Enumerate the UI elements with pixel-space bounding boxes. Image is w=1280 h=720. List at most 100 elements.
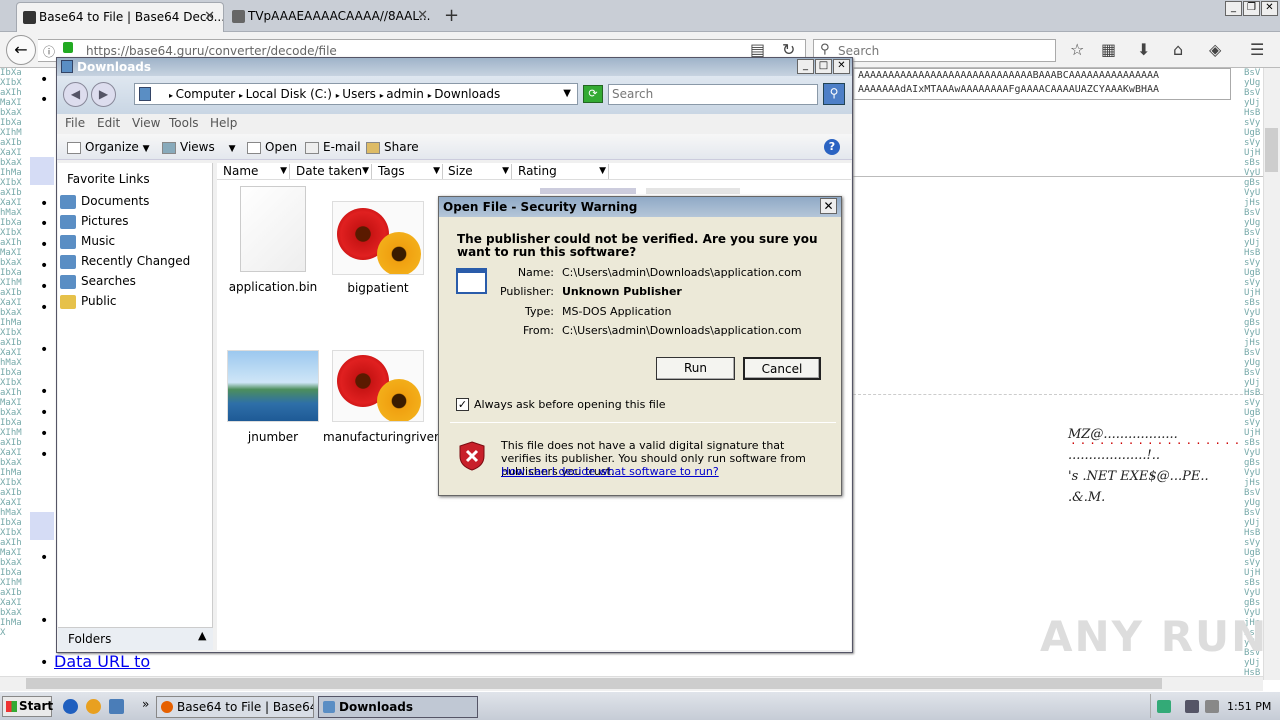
task-downloads[interactable]: Downloads: [318, 696, 478, 718]
info-icon[interactable]: ⓘ: [43, 43, 55, 60]
media-icon[interactable]: [86, 699, 101, 714]
refresh-icon[interactable]: ⟳: [583, 85, 603, 103]
anyrun-watermark: ANY RUN: [1040, 612, 1269, 661]
menu-edit[interactable]: Edit: [97, 116, 120, 130]
close-icon[interactable]: ✕: [833, 59, 850, 74]
shield-warning-icon: [459, 441, 485, 471]
email-button[interactable]: E-mail: [305, 140, 361, 154]
minimize-icon[interactable]: _: [797, 59, 814, 74]
task-firefox[interactable]: Base64 to File | Base64 ...: [156, 696, 314, 718]
security-tray-icon[interactable]: [1157, 700, 1171, 713]
dialog-close-icon[interactable]: ✕: [820, 198, 837, 214]
column-rating[interactable]: Rating ▼: [513, 164, 609, 179]
breadcrumb-item[interactable]: Downloads: [434, 87, 500, 101]
maximize-icon[interactable]: □: [815, 59, 832, 74]
minimize-icon[interactable]: _: [1225, 1, 1242, 16]
volume-tray-icon[interactable]: [1205, 700, 1219, 713]
views-button[interactable]: Views ▼: [162, 140, 235, 154]
network-tray-icon[interactable]: [1185, 700, 1199, 713]
restore-icon[interactable]: ❐: [1243, 1, 1260, 16]
breadcrumb-item[interactable]: Local Disk (C:): [246, 87, 332, 101]
help-icon[interactable]: ?: [824, 139, 840, 155]
folder-icon: [61, 60, 73, 73]
folders-toggle[interactable]: Folders: [58, 627, 213, 650]
back-icon[interactable]: ←: [6, 35, 36, 65]
nav-label: Recently Changed: [81, 254, 191, 268]
reading-list-icon[interactable]: ▦: [1101, 40, 1116, 59]
help-decide-link[interactable]: How can I decide what software to run?: [501, 465, 719, 478]
dialog-title: Open File - Security Warning: [443, 200, 638, 214]
home-icon[interactable]: ⌂: [1173, 40, 1183, 59]
run-button[interactable]: Run: [656, 357, 735, 380]
nav-public[interactable]: Public: [60, 294, 117, 309]
menu-icon[interactable]: ☰: [1250, 40, 1264, 59]
nav-searches[interactable]: Searches: [60, 274, 136, 289]
menu-tools[interactable]: Tools: [169, 116, 199, 130]
bookmark-star-icon[interactable]: ☆: [1070, 40, 1084, 59]
highlight-block: [30, 157, 54, 185]
task-label: Base64 to File | Base64 ...: [177, 700, 314, 714]
close-tab-icon[interactable]: ✕: [417, 2, 428, 30]
column-label: Size: [448, 164, 473, 178]
browser-tab-data[interactable]: TVpAAAEAAAACAAAA//8AAL... ✕: [226, 2, 436, 32]
column-size[interactable]: Size ▼: [443, 164, 512, 179]
field-label: Type:: [525, 305, 554, 318]
file-item-application-bin[interactable]: application.bin: [218, 186, 328, 294]
column-dropdown-icon[interactable]: ▼: [362, 164, 369, 179]
explorer-address-bar[interactable]: ▸ Computer ▸ Local Disk (C:) ▸ Users ▸ a…: [134, 83, 578, 105]
menu-view[interactable]: View: [132, 116, 160, 130]
menu-help[interactable]: Help: [210, 116, 237, 130]
nav-pictures[interactable]: Pictures: [60, 214, 129, 229]
nav-documents[interactable]: Documents: [60, 194, 149, 209]
share-button[interactable]: Share: [366, 140, 419, 154]
browser-tab-base64[interactable]: Base64 to File | Base64 Deco... ✕: [16, 2, 224, 32]
file-name: manufacturingriver: [323, 430, 439, 444]
search-icon[interactable]: ⚲: [823, 83, 845, 105]
breadcrumb-item[interactable]: admin: [386, 87, 424, 101]
column-dropdown-icon[interactable]: ▼: [599, 164, 606, 179]
explorer-search-input[interactable]: Search: [608, 84, 818, 105]
chevron-up-icon[interactable]: ▲: [198, 629, 206, 642]
taskbar-overflow-icon[interactable]: »: [142, 697, 149, 711]
ie-icon[interactable]: [63, 699, 78, 714]
explorer-forward-icon[interactable]: ▶: [91, 82, 116, 107]
column-date-taken[interactable]: Date taken ▼: [291, 164, 372, 179]
list-bullet: •: [40, 92, 49, 108]
file-item-manufacturingriver[interactable]: manufacturingriver: [323, 350, 439, 444]
breadcrumb-item[interactable]: Users: [342, 87, 376, 101]
nav-music[interactable]: Music: [60, 234, 115, 249]
close-tab-icon[interactable]: ✕: [204, 3, 215, 31]
column-name[interactable]: Name ▼: [218, 164, 290, 179]
open-button[interactable]: Open: [247, 140, 297, 154]
cancel-button[interactable]: Cancel: [743, 357, 821, 380]
always-ask-label[interactable]: Always ask before opening this file: [474, 398, 666, 411]
data-url-link[interactable]: Data URL to: [54, 652, 150, 671]
page-vertical-scroll-thumb[interactable]: [1265, 128, 1278, 172]
column-dropdown-icon[interactable]: ▼: [280, 164, 287, 179]
column-dropdown-icon[interactable]: ▼: [433, 164, 440, 179]
clock[interactable]: 1:51 PM: [1227, 700, 1271, 713]
breadcrumb-item[interactable]: Computer: [176, 87, 236, 101]
page-horizontal-scroll-thumb[interactable]: [26, 678, 1162, 689]
decoded-line: 's .NET EXE$@...PE..: [1068, 469, 1209, 484]
list-bullet: •: [40, 405, 49, 421]
column-tags[interactable]: Tags ▼: [373, 164, 443, 179]
nav-recently-changed[interactable]: Recently Changed: [60, 254, 190, 269]
base64-textarea[interactable]: AAAAAAAAAAAAAAAAAAAAAAAAAAAAABAAABCAAAAA…: [853, 68, 1231, 100]
file-item-jnumber[interactable]: jnumber: [218, 350, 328, 444]
file-item-bigpatient[interactable]: bigpatient: [323, 201, 433, 295]
close-icon[interactable]: ✕: [1261, 1, 1278, 16]
download-icon[interactable]: ⬇: [1137, 40, 1150, 59]
dialog-question: The publisher could not be verified. Are…: [457, 232, 818, 259]
column-dropdown-icon[interactable]: ▼: [502, 164, 509, 179]
chevron-down-icon[interactable]: ▼: [563, 84, 571, 104]
organize-button[interactable]: Organize ▼: [67, 140, 150, 154]
new-tab-icon[interactable]: +: [444, 5, 459, 26]
column-label: Tags: [378, 164, 405, 178]
explorer-title-bar[interactable]: [57, 58, 852, 76]
pocket-icon[interactable]: ◈: [1209, 40, 1221, 59]
desktop-icon[interactable]: [109, 699, 124, 714]
always-ask-checkbox[interactable]: ✓: [456, 398, 469, 411]
menu-file[interactable]: File: [65, 116, 85, 130]
explorer-back-icon[interactable]: ◀: [63, 82, 88, 107]
